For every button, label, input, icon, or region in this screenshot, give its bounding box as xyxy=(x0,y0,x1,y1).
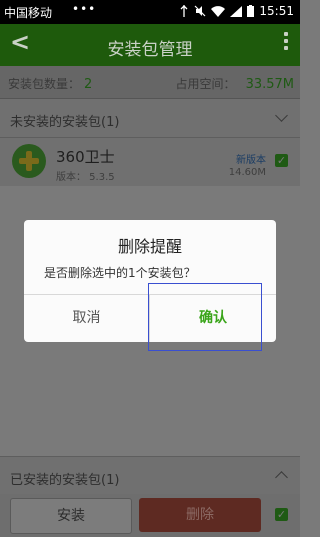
package-summary: 安装包数量： 2 占用空间： 33.57M xyxy=(0,66,300,99)
new-version-badge: 新版本 xyxy=(236,155,266,166)
uninstalled-section-header[interactable]: 未安装的安装包(1) xyxy=(0,99,300,138)
dialog-title: 删除提醒 xyxy=(117,237,182,256)
status-icons: 15:51 xyxy=(179,4,294,18)
app-360-icon xyxy=(12,144,46,178)
package-checkbox[interactable]: ✓ xyxy=(275,154,288,167)
wifi-icon xyxy=(211,5,226,17)
package-count: 安装包数量： 2 xyxy=(8,77,93,92)
dialog-message: 是否删除选中的1个安装包？ xyxy=(44,266,196,280)
chevron-down-icon xyxy=(275,109,288,122)
highlight-box xyxy=(148,283,262,351)
bottom-action-bar: 安装 删除 ✓ xyxy=(0,494,300,537)
notification-dots: ••• xyxy=(72,2,97,16)
status-bar: 中国移动 ••• 15:51 xyxy=(0,0,300,24)
package-size: 14.60M xyxy=(228,167,266,178)
clock: 15:51 xyxy=(259,4,294,18)
signal-icon xyxy=(230,5,243,17)
installed-section-header[interactable]: 已安装的安装包(1) xyxy=(0,456,300,495)
carrier-label: 中国移动 xyxy=(4,6,53,20)
package-version: 版本： 5.3.5 xyxy=(56,172,115,183)
more-menu-icon[interactable] xyxy=(284,32,288,53)
cancel-button[interactable]: 取消 xyxy=(24,294,149,342)
page-title: 安装包管理 xyxy=(107,40,193,60)
space-used: 占用空间： 33.57M xyxy=(175,77,294,92)
select-all-checkbox[interactable]: ✓ xyxy=(275,508,288,521)
section-title: 已安装的安装包(1) xyxy=(10,473,120,488)
section-title: 未安装的安装包(1) xyxy=(10,115,120,130)
package-name: 360卫士 xyxy=(56,148,115,166)
app-bar: < 安装包管理 xyxy=(0,24,300,66)
install-button[interactable]: 安装 xyxy=(10,498,132,534)
battery-icon xyxy=(247,5,255,17)
usb-icon xyxy=(180,5,188,17)
package-item-360[interactable]: 360卫士 版本： 5.3.5 新版本 14.60M ✓ xyxy=(0,138,300,186)
delete-button[interactable]: 删除 xyxy=(139,498,261,532)
mute-icon xyxy=(194,5,206,17)
chevron-up-icon xyxy=(275,471,288,484)
